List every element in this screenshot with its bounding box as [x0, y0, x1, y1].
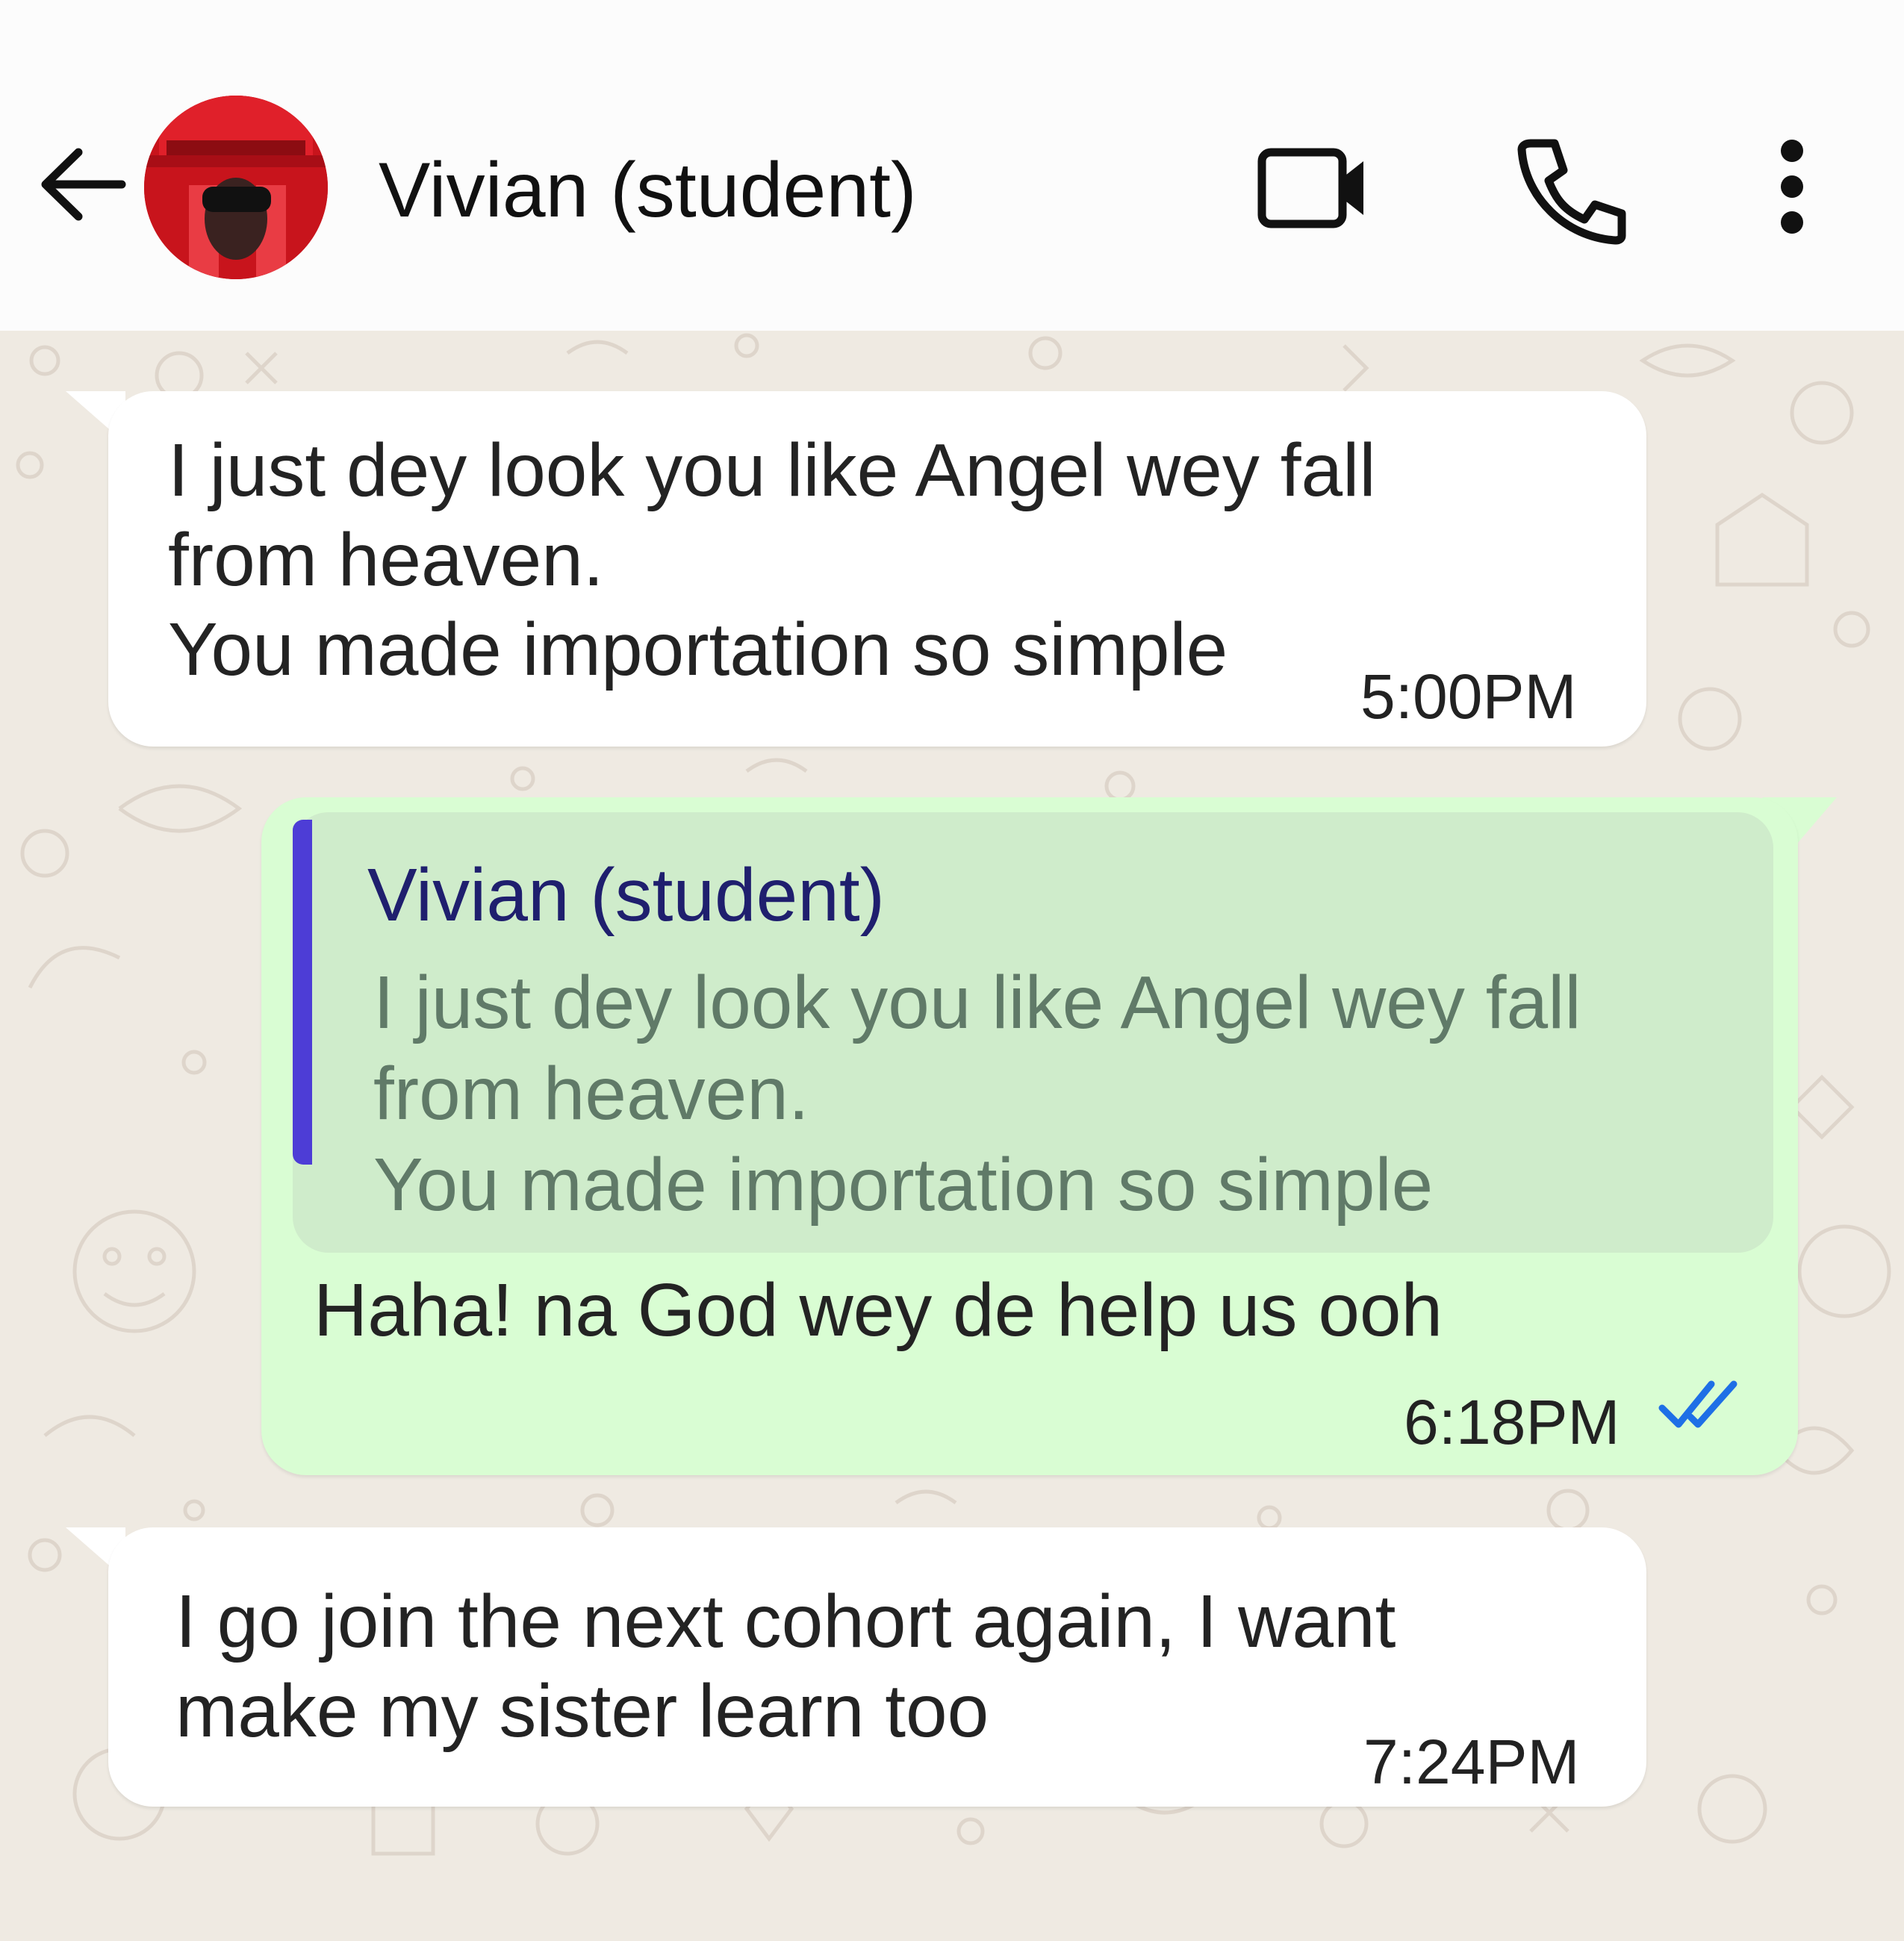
video-camera-icon[interactable] — [1254, 134, 1374, 239]
message-text: I go join the next cohort again, I want … — [175, 1580, 1396, 1753]
contact-name[interactable]: Vivian (student) — [379, 142, 917, 239]
back-arrow-icon[interactable] — [34, 136, 131, 233]
message-time: 5:00PM — [1360, 661, 1577, 732]
message-text: I just dey look you like Angel wey fall … — [168, 429, 1376, 691]
more-vertical-icon[interactable] — [1762, 134, 1822, 239]
message-time: 7:24PM — [1363, 1727, 1580, 1797]
double-check-read-icon — [1658, 1380, 1737, 1428]
quoted-author: Vivian (student) — [367, 853, 885, 937]
message-text: Haha! na God wey de help us ooh — [314, 1268, 1443, 1352]
message-time: 6:18PM — [1404, 1387, 1620, 1457]
quoted-text: I just dey look you like Angel wey fall … — [373, 961, 1581, 1227]
phone-icon[interactable] — [1516, 133, 1628, 245]
avatar-image — [144, 96, 328, 279]
chat-header: Vivian (student) — [0, 0, 1904, 331]
avatar[interactable] — [144, 96, 328, 279]
quote-accent-bar — [293, 820, 312, 1165]
